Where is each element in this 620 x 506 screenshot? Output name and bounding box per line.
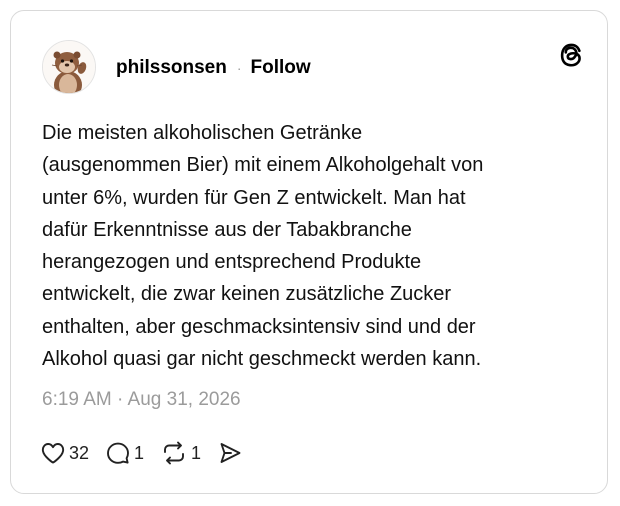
reply-count: 1	[134, 442, 145, 463]
post-timestamp[interactable]: 6:19 AM · Aug 31, 2026	[42, 389, 241, 411]
heart-icon	[41, 443, 65, 464]
repost-icon	[164, 441, 184, 465]
send-icon	[220, 443, 241, 463]
reply-button[interactable]: 1	[106, 441, 144, 465]
post-header: philssonsen · Follow	[116, 56, 311, 80]
username[interactable]: philssonsen	[116, 57, 227, 79]
share-button[interactable]	[218, 441, 242, 465]
post-card: philssonsen · Follow Die meisten alkohol…	[10, 10, 608, 494]
comment-icon	[107, 442, 129, 464]
action-bar: 32 1 1	[41, 439, 259, 467]
separator-dot: ·	[236, 60, 242, 76]
post-text: Die meisten alkoholischen Getränke (ausg…	[42, 122, 484, 371]
repost-button[interactable]: 1	[161, 441, 201, 465]
threads-logo-icon[interactable]	[557, 41, 585, 69]
follow-button[interactable]: Follow	[251, 57, 311, 79]
repost-count: 1	[191, 442, 202, 463]
like-count: 32	[69, 442, 90, 463]
like-button[interactable]: 32	[41, 442, 89, 464]
avatar[interactable]	[42, 40, 96, 94]
otter-avatar-icon	[43, 41, 95, 93]
